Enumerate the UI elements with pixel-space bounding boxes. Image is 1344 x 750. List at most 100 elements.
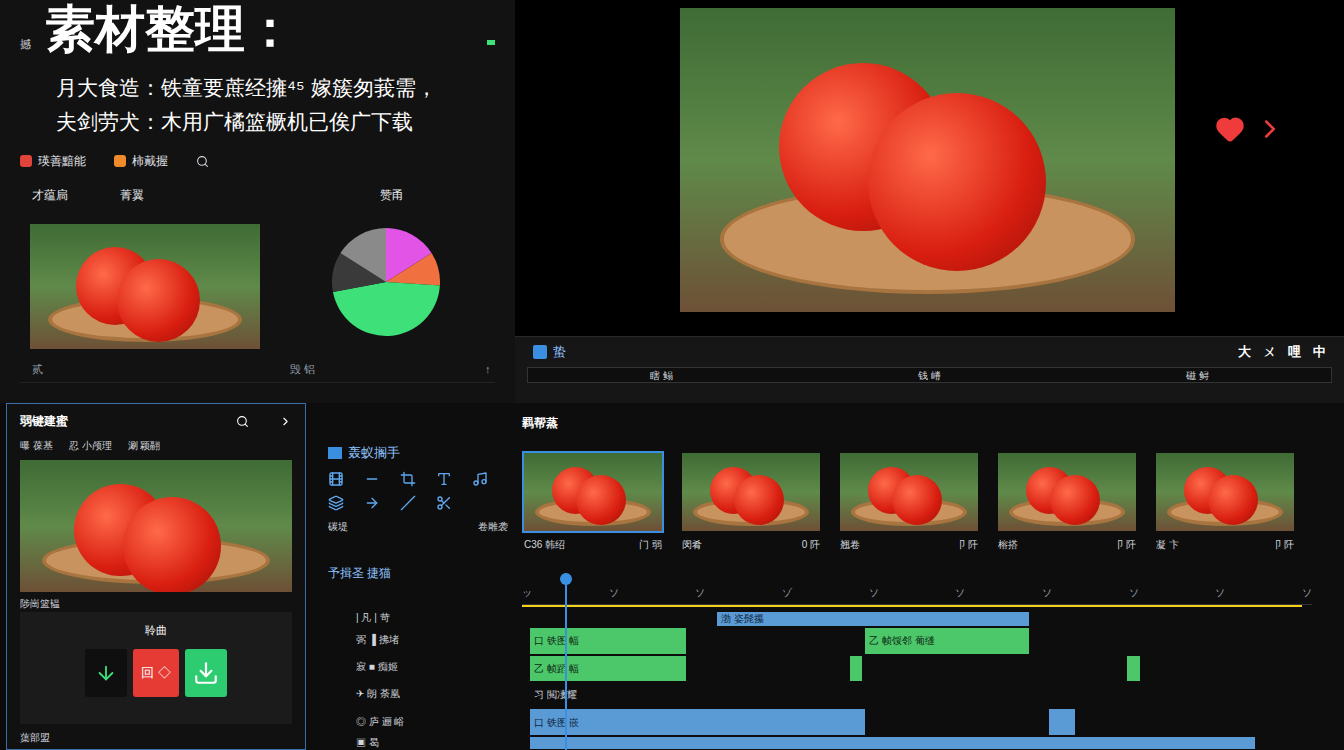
scissors-icon[interactable] xyxy=(436,495,452,511)
track-header: ▣ 曷 xyxy=(356,735,522,749)
film-icon[interactable] xyxy=(328,471,344,487)
pie-chart xyxy=(330,226,442,338)
video-clip[interactable]: 渤 姿髭攥 xyxy=(717,612,1029,626)
video-clip[interactable]: 口 铁图 嵌 xyxy=(530,709,865,735)
download-button[interactable] xyxy=(185,649,227,697)
clip-card[interactable]: 翘卷卩 阡 xyxy=(838,451,980,561)
library-tab[interactable]: 忍 小颅理 xyxy=(69,438,112,456)
asset-thumbnail xyxy=(30,224,260,349)
preview-frame xyxy=(680,8,1175,312)
next-icon[interactable] xyxy=(1255,114,1285,144)
clip-name: 凝 卞 xyxy=(1156,537,1179,552)
tool-icon xyxy=(114,155,126,167)
video-clip[interactable] xyxy=(1076,737,1255,749)
clip-card[interactable]: 闵肴0 阡 xyxy=(680,451,822,561)
video-clip[interactable] xyxy=(530,737,865,749)
panel-header: 撼素材整理： xyxy=(20,2,495,56)
intro-text: 月大食造：铁童要蔗经擁⁴⁵ 嫁簇匆莪需，夫剑劳犬：木用广橘篮橛机已俟广下载 xyxy=(20,74,495,136)
footer-label: 贰 xyxy=(20,361,290,378)
asset-panel: 撼素材整理： 月大食造：铁童要蔗经擁⁴⁵ 嫁簇匆莪需，夫剑劳犬：木用广橘篮橛机已俟… xyxy=(0,0,515,403)
tool-icon xyxy=(20,155,32,167)
slash-icon[interactable] xyxy=(400,495,416,511)
search-icon[interactable] xyxy=(196,155,209,168)
pie-segment xyxy=(333,282,440,336)
track: 口 铁图 幅 乙 帧馁邻 葡缝 xyxy=(522,627,1302,655)
playhead[interactable] xyxy=(565,573,567,750)
clip-card[interactable]: C36 韩绍 门 弱 xyxy=(522,451,664,561)
download-icon xyxy=(193,660,219,686)
tracks-label: 予揖圣 捷猫 xyxy=(328,564,391,582)
track: 习 閲凄耀 xyxy=(522,682,1302,709)
asset-thumb-box[interactable] xyxy=(30,224,260,349)
video-clip[interactable] xyxy=(1049,709,1076,735)
timeline-title: 羁帮蒸 xyxy=(522,414,558,432)
arrow-icon[interactable] xyxy=(364,495,380,511)
track: 乙 帧蹈 幅 xyxy=(522,655,1302,682)
clip-name: C36 韩绍 xyxy=(524,537,565,552)
layers-icon[interactable] xyxy=(328,495,344,511)
audio-clip[interactable] xyxy=(1127,656,1140,681)
track xyxy=(522,736,1302,750)
track: 口 铁图 嵌 xyxy=(522,708,1302,736)
transport-control[interactable]: 大 xyxy=(1238,342,1251,362)
preview xyxy=(515,0,1344,336)
music-icon[interactable] xyxy=(472,471,488,487)
toolbar-item[interactable]: 瑛善黯能 xyxy=(20,152,86,170)
track-canvas: 渤 姿髭攥口 铁图 幅 乙 帧馁邻 葡缝乙 帧蹈 幅习 閲凄耀口 铁图 嵌 xyxy=(522,605,1302,750)
down-button[interactable] xyxy=(85,649,127,697)
clip-meta: 卩 阡 xyxy=(955,537,978,552)
transport-control[interactable]: ㄨ xyxy=(1263,342,1276,362)
transport-control[interactable]: 中 xyxy=(1313,342,1326,362)
track-header: 弼 ▐ 拂堵 xyxy=(356,625,522,653)
ruler-tick: ソ xyxy=(1302,585,1312,604)
library-panel: 弱键建蜜曝 葆基忍 小颅理涮 颖翮陟崗篮韫聆曲回 ◇蕖部盟 xyxy=(6,403,306,750)
clip-meta: 门 弱 xyxy=(639,537,662,552)
tools-icon xyxy=(328,447,342,459)
tomato xyxy=(1208,475,1258,525)
clip-button[interactable]: 回 ◇ xyxy=(133,649,179,697)
ruler-tick: ソ xyxy=(1042,585,1052,604)
tomato xyxy=(576,475,626,525)
expand-icon[interactable] xyxy=(279,415,292,428)
audio-clip[interactable]: 乙 帧馁邻 葡缝 xyxy=(865,628,1029,654)
tools-label: 碳堤 xyxy=(328,519,348,534)
audio-clip[interactable]: 乙 帧蹈 幅 xyxy=(530,656,686,681)
library-footer: 蕖部盟 xyxy=(20,730,292,745)
transport-control[interactable]: 哩 xyxy=(1288,342,1301,362)
crop-icon[interactable] xyxy=(400,471,416,487)
clip-meta: 卩 阡 xyxy=(1113,537,1136,552)
clip-card[interactable]: 榕搭 卩 阡 xyxy=(996,451,1138,561)
clip-name: 榕搭 xyxy=(998,537,1018,552)
heart-icon[interactable] xyxy=(1215,114,1245,144)
ruler-tick: ソ xyxy=(1129,585,1139,604)
column-label: 赞甬 xyxy=(380,186,404,204)
export-dialog: 聆曲回 ◇ xyxy=(20,612,292,724)
timeline-panel: 羁帮蒸轰蚁搁手碳堤卷雕袭C36 韩绍门 弱闵肴0 阡翘卷卩 阡榕搭卩 阡凝 卞卩… xyxy=(306,403,1344,750)
pie-segment xyxy=(386,253,440,285)
arrow-down-icon xyxy=(95,662,117,684)
type-icon[interactable] xyxy=(436,471,452,487)
track-header: | 凡 | 苛 xyxy=(356,609,522,625)
library-tabs: 曝 葆基忍 小颅理涮 颖翮 xyxy=(20,438,292,456)
library-tab[interactable]: 涮 颖翮 xyxy=(128,438,161,456)
ruler-tick: ソ xyxy=(609,585,619,604)
library-tab[interactable]: 曝 葆基 xyxy=(20,438,53,456)
tools-box: 轰蚁搁手碳堤卷雕袭 xyxy=(306,443,522,561)
audio-clip[interactable] xyxy=(850,656,862,681)
video-clip[interactable] xyxy=(865,737,1076,749)
clip-card[interactable]: 凝 卞卩 阡 xyxy=(1154,451,1296,561)
minus-icon[interactable] xyxy=(364,471,380,487)
toolbar-item[interactable]: 柿戴握 xyxy=(114,152,168,170)
library-thumbnail xyxy=(20,460,292,592)
audio-clip[interactable]: 口 铁图 幅 xyxy=(530,628,686,654)
asset-columns: 才蕴扃菁翼赞甬 xyxy=(20,186,495,204)
track: 渤 姿髭攥 xyxy=(522,611,1302,627)
search-icon[interactable] xyxy=(236,415,249,428)
panel-title: 素材整理： xyxy=(45,2,473,56)
clip-name: 闵肴 xyxy=(682,537,702,552)
pie-segment xyxy=(340,228,386,282)
scrubber-mark: 磁 鲟 xyxy=(1186,368,1209,383)
text-clip[interactable]: 习 閲凄耀 xyxy=(530,683,686,708)
scrubber-mark: 瞎 鳎 xyxy=(650,368,673,383)
clip-thumbnail xyxy=(682,453,820,531)
